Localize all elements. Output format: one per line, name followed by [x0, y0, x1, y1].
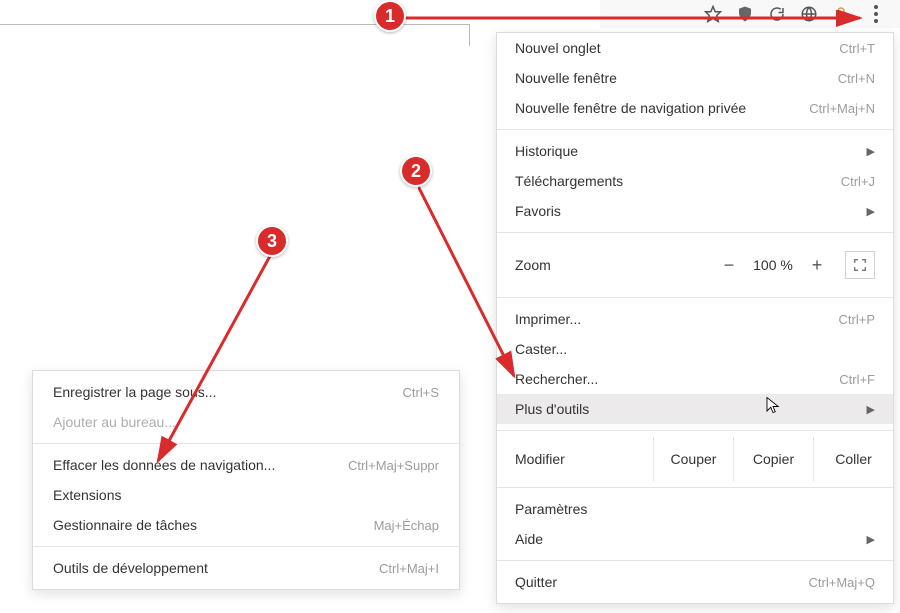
menu-label: Téléchargements: [515, 173, 841, 189]
refresh-icon[interactable]: [768, 5, 786, 23]
shortcut-text: Ctrl+F: [839, 372, 875, 387]
zoom-minus-button[interactable]: −: [715, 251, 743, 279]
menu-item-downloads[interactable]: Téléchargements Ctrl+J: [497, 166, 893, 196]
menu-label: Historique: [515, 143, 859, 159]
chevron-right-icon: ▶: [867, 403, 875, 416]
menu-label: Favoris: [515, 203, 859, 219]
menu-item-cast[interactable]: Caster...: [497, 334, 893, 364]
chrome-main-menu: Nouvel onglet Ctrl+T Nouvelle fenêtre Ct…: [496, 32, 894, 604]
submenu-item-add-desktop: Ajouter au bureau...: [33, 407, 459, 437]
shortcut-text: Ctrl+Maj+Q: [809, 575, 875, 590]
menu-label: Nouvel onglet: [515, 40, 839, 56]
menu-separator: [497, 430, 893, 431]
menu-item-new-tab[interactable]: Nouvel onglet Ctrl+T: [497, 33, 893, 63]
shortcut-text: Maj+Échap: [374, 518, 439, 533]
annotation-badge-1: 1: [374, 0, 406, 32]
shortcut-text: Ctrl+T: [839, 41, 875, 56]
menu-separator: [497, 232, 893, 233]
menu-separator: [497, 297, 893, 298]
shortcut-text: Ctrl+N: [838, 71, 875, 86]
menu-item-more-tools[interactable]: Plus d'outils ▶: [497, 394, 893, 424]
menu-item-quit[interactable]: Quitter Ctrl+Maj+Q: [497, 567, 893, 597]
shortcut-text: Ctrl+J: [841, 174, 875, 189]
menu-item-history[interactable]: Historique ▶: [497, 136, 893, 166]
submenu-item-save-page[interactable]: Enregistrer la page sous... Ctrl+S: [33, 377, 459, 407]
menu-label: Rechercher...: [515, 371, 839, 387]
menu-item-settings[interactable]: Paramètres: [497, 494, 893, 524]
submenu-item-extensions[interactable]: Extensions: [33, 480, 459, 510]
shortcut-text: Ctrl+S: [403, 385, 439, 400]
cursor-icon: [764, 394, 782, 419]
menu-label: Caster...: [515, 341, 875, 357]
menu-label: Quitter: [515, 574, 809, 590]
chevron-right-icon: ▶: [867, 205, 875, 218]
menu-item-print[interactable]: Imprimer... Ctrl+P: [497, 304, 893, 334]
shortcut-text: Ctrl+Maj+N: [809, 101, 875, 116]
menu-button[interactable]: [864, 2, 888, 26]
annotation-badge-3: 3: [256, 225, 288, 257]
annotation-badge-2: 2: [400, 155, 432, 187]
menu-item-new-window[interactable]: Nouvelle fenêtre Ctrl+N: [497, 63, 893, 93]
submenu-item-dev-tools[interactable]: Outils de développement Ctrl+Maj+I: [33, 553, 459, 583]
menu-item-modify: Modifier Couper Copier Coller: [497, 437, 893, 481]
fullscreen-button[interactable]: [845, 251, 875, 279]
browser-toolbar: [600, 0, 900, 28]
menu-label: Paramètres: [515, 501, 875, 517]
submenu-label: Enregistrer la page sous...: [53, 384, 403, 400]
paste-button[interactable]: Coller: [813, 437, 893, 481]
submenu-label: Gestionnaire de tâches: [53, 517, 374, 533]
zoom-label: Zoom: [515, 257, 715, 273]
submenu-separator: [33, 546, 459, 547]
submenu-item-task-manager[interactable]: Gestionnaire de tâches Maj+Échap: [33, 510, 459, 540]
menu-separator: [497, 129, 893, 130]
cut-button[interactable]: Couper: [653, 437, 733, 481]
menu-item-new-incognito[interactable]: Nouvelle fenêtre de navigation privée Ct…: [497, 93, 893, 123]
globe-icon[interactable]: [800, 5, 818, 23]
lock-icon[interactable]: [832, 5, 850, 23]
zoom-value: 100 %: [743, 257, 803, 273]
submenu-separator: [33, 443, 459, 444]
more-tools-submenu: Enregistrer la page sous... Ctrl+S Ajout…: [32, 370, 460, 590]
star-icon[interactable]: [704, 5, 722, 23]
menu-label: Plus d'outils: [515, 401, 859, 417]
submenu-label: Outils de développement: [53, 560, 379, 576]
shortcut-text: Ctrl+Maj+I: [379, 561, 439, 576]
menu-item-help[interactable]: Aide ▶: [497, 524, 893, 554]
shield-icon[interactable]: [736, 5, 754, 23]
submenu-label: Extensions: [53, 487, 439, 503]
menu-label: Nouvelle fenêtre: [515, 70, 838, 86]
zoom-plus-button[interactable]: +: [803, 251, 831, 279]
menu-label: Imprimer...: [515, 311, 839, 327]
shortcut-text: Ctrl+Maj+Suppr: [348, 458, 439, 473]
submenu-label: Ajouter au bureau...: [53, 414, 439, 430]
copy-button[interactable]: Copier: [733, 437, 813, 481]
menu-item-find[interactable]: Rechercher... Ctrl+F: [497, 364, 893, 394]
menu-item-zoom: Zoom − 100 % +: [497, 239, 893, 291]
chevron-right-icon: ▶: [867, 145, 875, 158]
menu-label: Nouvelle fenêtre de navigation privée: [515, 100, 809, 116]
menu-label: Aide: [515, 531, 859, 547]
menu-separator: [497, 487, 893, 488]
submenu-label: Effacer les données de navigation...: [53, 457, 348, 473]
modify-label: Modifier: [515, 451, 653, 467]
menu-separator: [497, 560, 893, 561]
chevron-right-icon: ▶: [867, 533, 875, 546]
submenu-item-clear-data[interactable]: Effacer les données de navigation... Ctr…: [33, 450, 459, 480]
menu-item-favorites[interactable]: Favoris ▶: [497, 196, 893, 226]
shortcut-text: Ctrl+P: [839, 312, 875, 327]
